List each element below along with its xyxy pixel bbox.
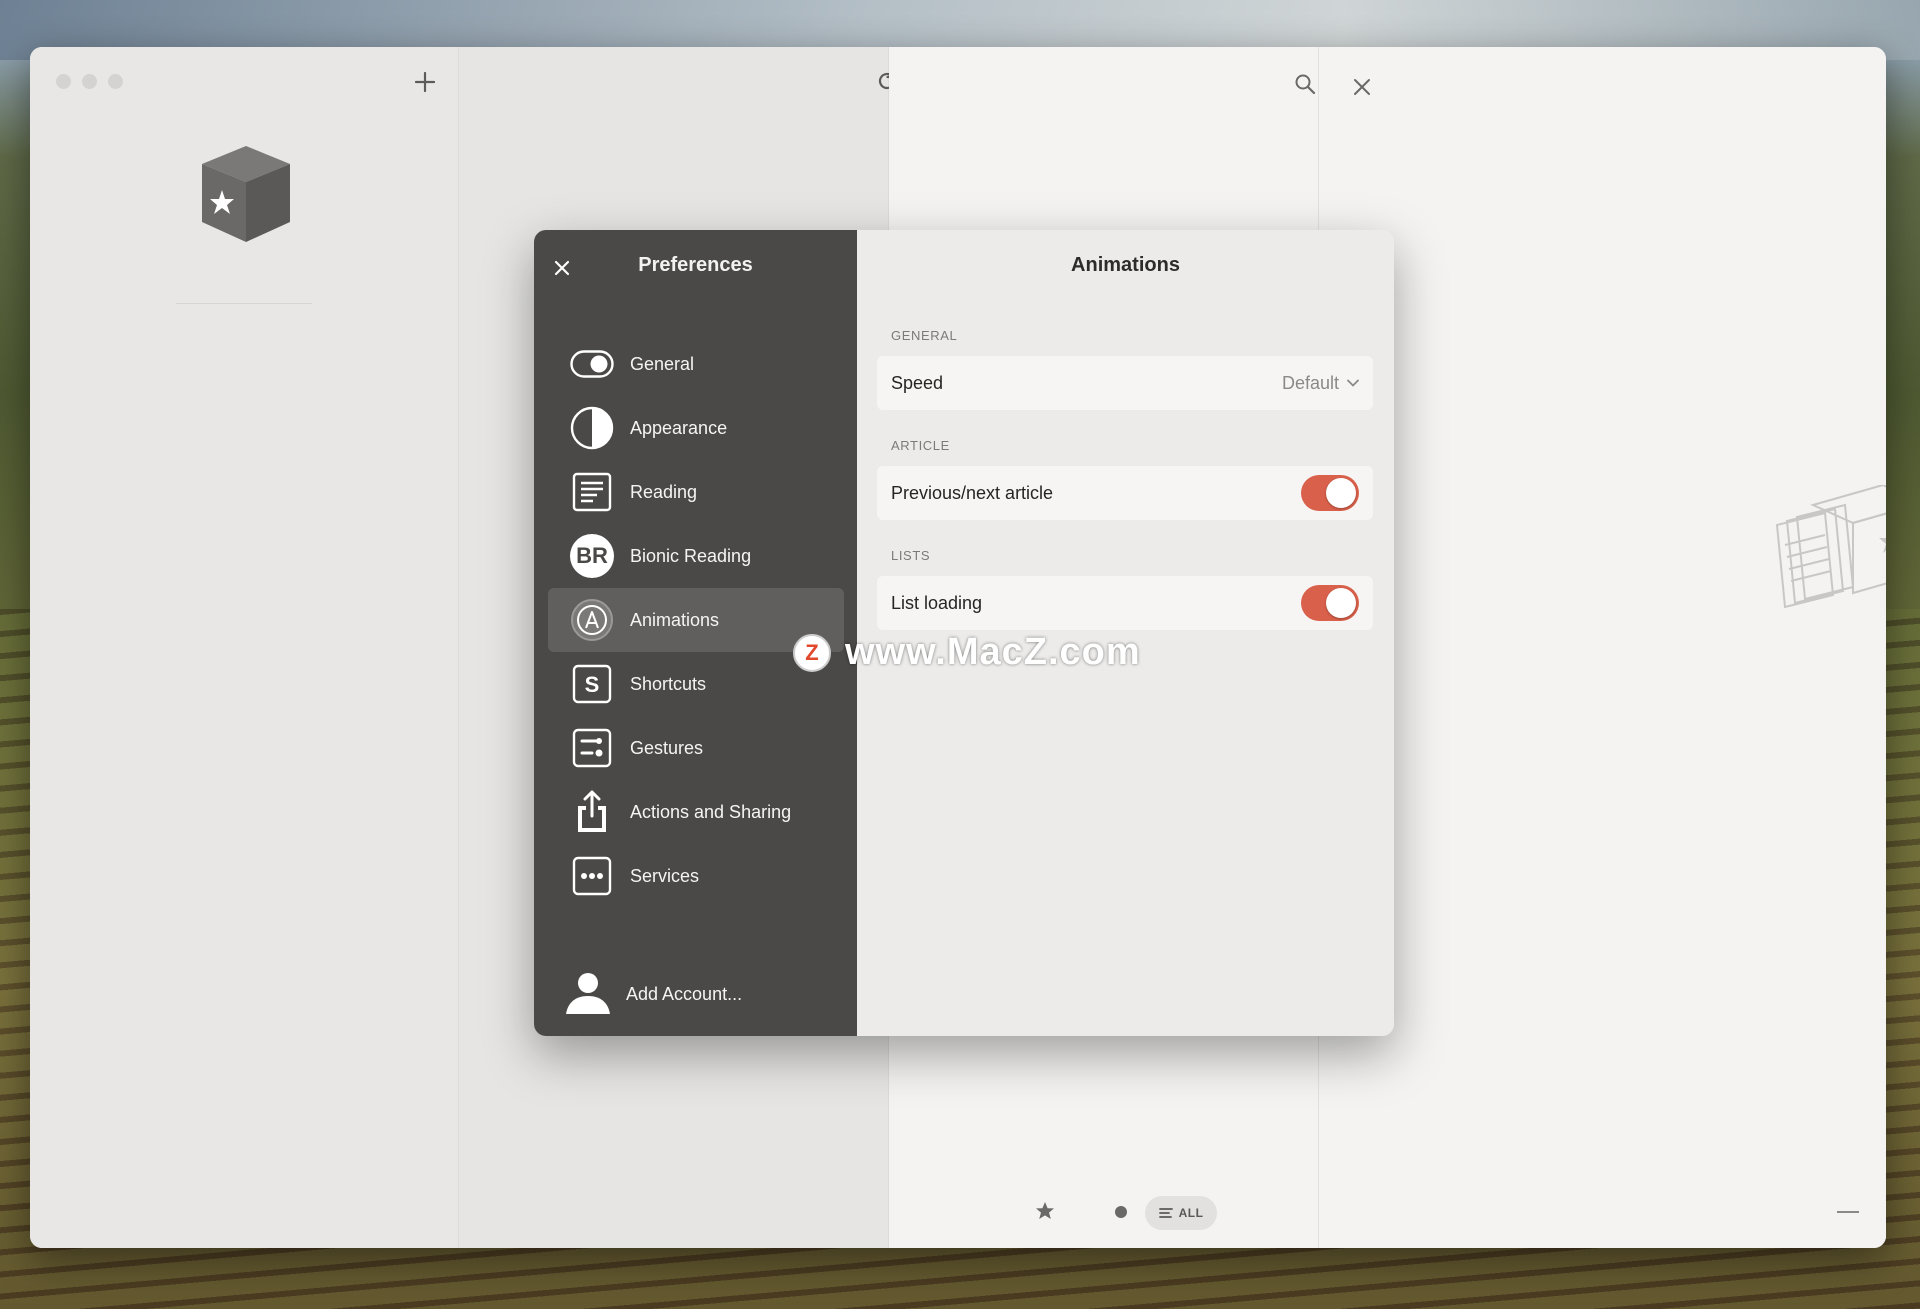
add-account-button[interactable]: Add Account... — [564, 968, 742, 1021]
add-icon[interactable] — [414, 69, 436, 99]
previous-next-article-label: Previous/next article — [891, 482, 1054, 503]
nav-item-label: Reading — [630, 481, 698, 502]
nav-item-label: Appearance — [630, 417, 728, 438]
minimize-window-button[interactable] — [82, 74, 97, 89]
star-filter-icon[interactable] — [1035, 1201, 1055, 1226]
nav-item-label: Gestures — [630, 737, 704, 758]
all-filter-button[interactable]: ALL — [1145, 1196, 1217, 1230]
list-icon — [1158, 1208, 1173, 1218]
close-icon[interactable] — [1353, 72, 1371, 102]
toggle-icon — [568, 340, 616, 388]
minimize-panel-icon[interactable] — [1837, 1211, 1859, 1213]
letter-a-circle-icon — [568, 596, 616, 644]
nav-item-label: General — [630, 353, 695, 374]
letter-s-square-icon: S — [568, 660, 616, 708]
close-window-button[interactable] — [56, 74, 71, 89]
nav-item-label: Actions and Sharing — [630, 801, 792, 822]
search-icon[interactable] — [1294, 71, 1316, 101]
nav-item-reading[interactable]: Reading — [548, 460, 844, 524]
nav-item-label: Bionic Reading — [630, 545, 752, 566]
sidebar-pane — [30, 47, 459, 1248]
speed-label: Speed — [891, 372, 944, 393]
unread-filter-icon[interactable] — [1115, 1205, 1127, 1223]
list-loading-toggle[interactable] — [1301, 585, 1359, 621]
content-title: Animations — [1071, 254, 1180, 276]
svg-text:S: S — [585, 672, 600, 697]
speed-row[interactable]: Speed Default — [877, 356, 1373, 410]
speed-value: Default — [1281, 372, 1339, 393]
toggle-knob — [1326, 588, 1356, 618]
nav-item-label: Animations — [630, 609, 720, 630]
empty-reader-illustration-icon — [1773, 483, 1886, 620]
speed-select[interactable]: Default — [1282, 373, 1359, 394]
nav-item-label: Services — [630, 865, 700, 886]
br-badge-icon: BR — [568, 532, 616, 580]
section-label-article: ARTICLE — [891, 438, 950, 453]
watermark: Z www.MacZ.com — [793, 631, 1141, 674]
add-account-label: Add Account... — [626, 984, 743, 1004]
divider — [176, 303, 312, 304]
zoom-window-button[interactable] — [108, 74, 123, 89]
nav-item-bionic-reading[interactable]: BR Bionic Reading — [548, 524, 844, 588]
previous-next-article-row: Previous/next article — [877, 466, 1373, 520]
document-lines-icon — [568, 468, 616, 516]
nav-item-general[interactable]: General — [548, 332, 844, 396]
watermark-badge: Z — [793, 633, 831, 672]
nav-item-label: Shortcuts — [630, 673, 707, 694]
reader-pane — [1319, 47, 1886, 1248]
app-logo-cube-icon — [198, 144, 294, 244]
preferences-title: Preferences — [638, 254, 753, 276]
nav-item-actions-and-sharing[interactable]: Actions and Sharing — [548, 780, 844, 844]
gestures-icon — [568, 724, 616, 772]
nav-item-gestures[interactable]: Gestures — [548, 716, 844, 780]
chevron-down-icon — [1347, 379, 1359, 387]
nav-item-appearance[interactable]: Appearance — [548, 396, 844, 460]
person-icon — [564, 968, 612, 1021]
share-icon — [568, 788, 616, 836]
toggle-knob — [1326, 478, 1356, 508]
half-circle-icon — [568, 404, 616, 452]
ellipsis-square-icon — [568, 852, 616, 900]
all-filter-label: ALL — [1178, 1206, 1204, 1220]
previous-next-article-toggle[interactable] — [1301, 475, 1359, 511]
section-label-lists: LISTS — [891, 548, 931, 563]
nav-item-services[interactable]: Services — [548, 844, 844, 908]
section-label-general: GENERAL — [891, 328, 958, 343]
list-loading-label: List loading — [891, 592, 983, 613]
list-loading-row: List loading — [877, 576, 1373, 630]
watermark-text: www.MacZ.com — [845, 631, 1141, 673]
